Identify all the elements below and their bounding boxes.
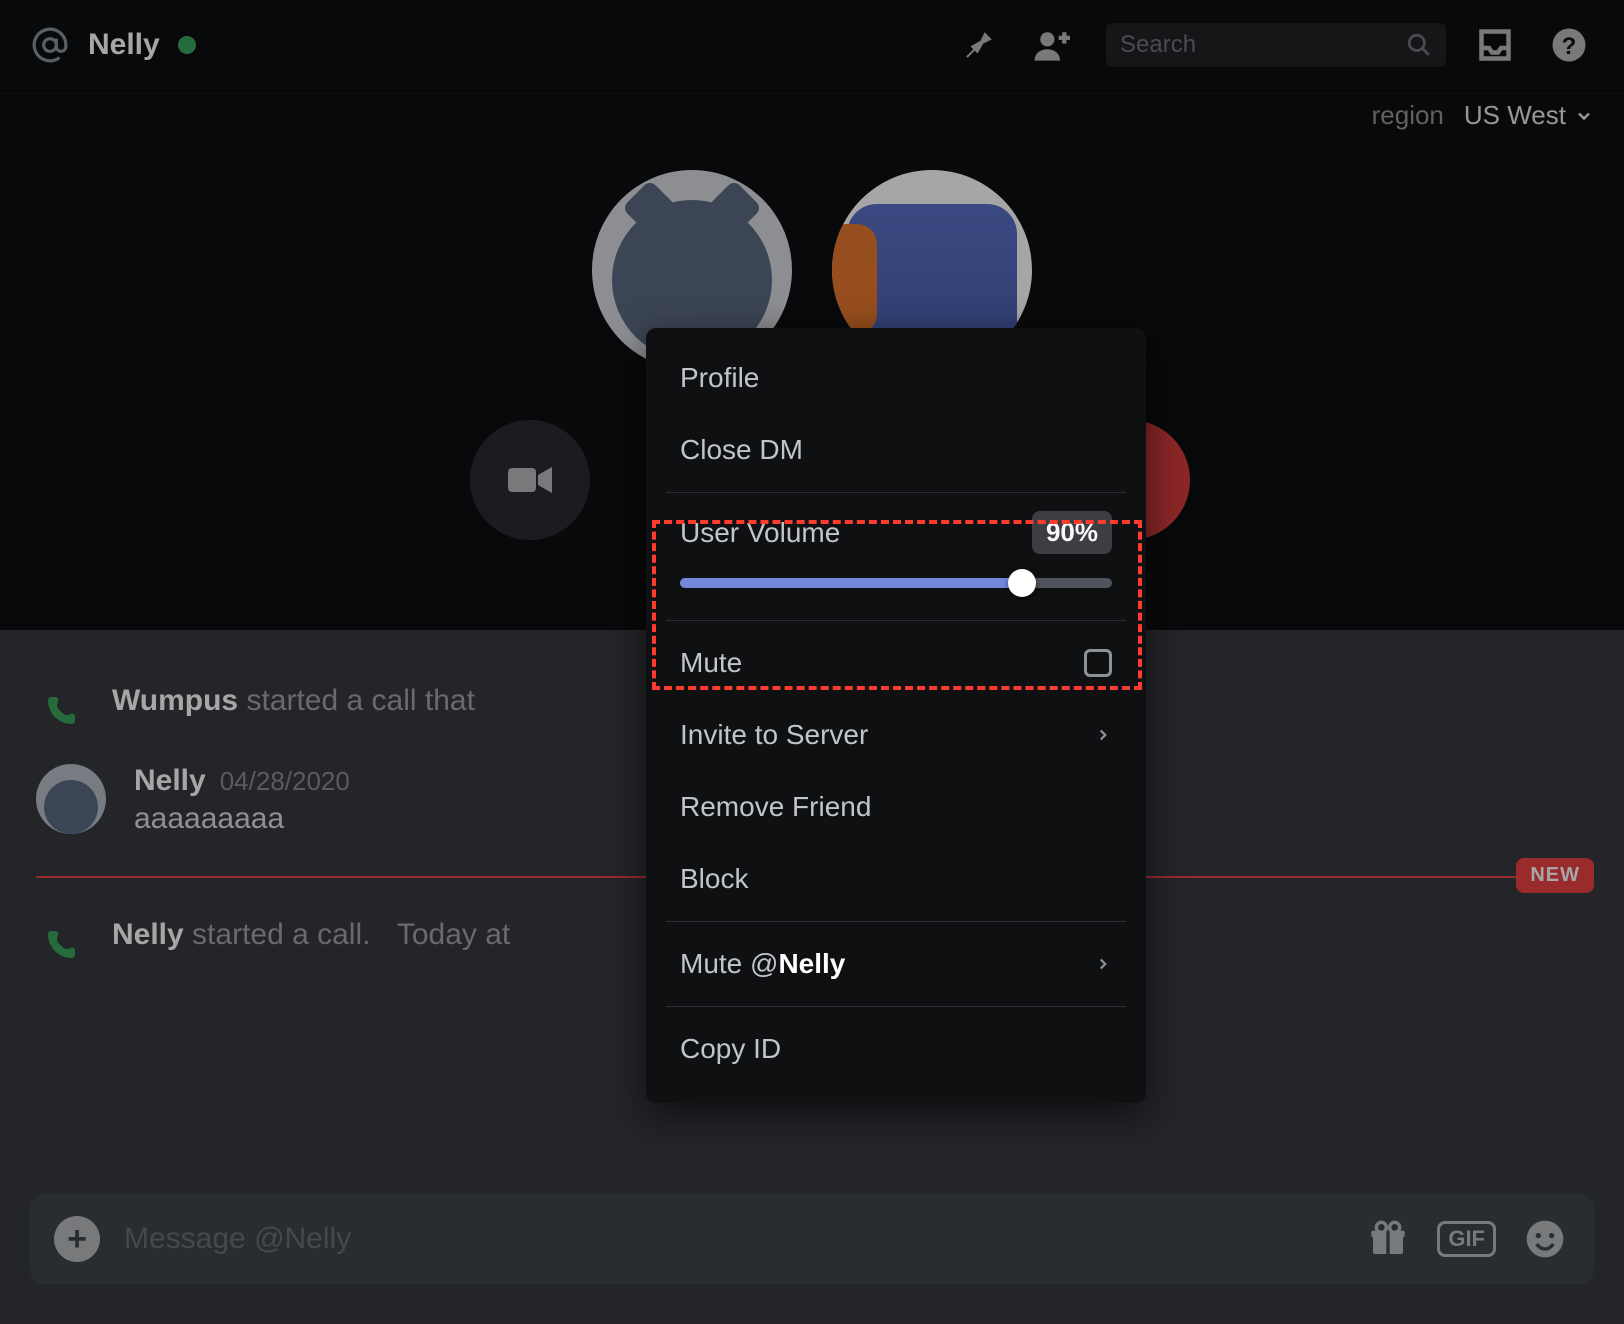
channel-name: Nelly (88, 28, 160, 62)
avatar[interactable] (36, 764, 106, 834)
call-text: started a call that (238, 684, 475, 717)
checkbox-icon[interactable] (1084, 649, 1112, 677)
emoji-icon[interactable] (1520, 1214, 1570, 1264)
header: Nelly Search ? (0, 0, 1624, 90)
menu-profile[interactable]: Profile (646, 342, 1146, 414)
svg-text:?: ? (1562, 33, 1577, 60)
menu-mute[interactable]: Mute (646, 627, 1146, 699)
chevron-right-icon (1094, 948, 1112, 980)
menu-invite-to-server[interactable]: Invite to Server (646, 699, 1146, 771)
composer-placeholder: Message @Nelly (124, 1222, 1339, 1256)
menu-close-dm[interactable]: Close DM (646, 414, 1146, 486)
at-icon (30, 25, 70, 65)
menu-separator (666, 620, 1126, 621)
volume-slider-thumb[interactable] (1008, 569, 1036, 597)
menu-copy-id[interactable]: Copy ID (646, 1013, 1146, 1085)
attach-button[interactable]: + (54, 1216, 100, 1262)
message-text: aaaaaaaaa (134, 802, 350, 836)
message-composer[interactable]: + Message @Nelly GIF (30, 1194, 1594, 1284)
new-badge: NEW (1516, 858, 1594, 893)
call-author: Wumpus (112, 684, 238, 717)
user-volume-label: User Volume (680, 517, 840, 549)
search-input[interactable]: Search (1106, 23, 1446, 67)
call-text: started a call. (184, 918, 371, 951)
help-icon[interactable]: ? (1544, 20, 1594, 70)
call-author: Nelly (112, 918, 184, 951)
call-time: Today at (397, 918, 510, 951)
menu-separator (666, 1006, 1126, 1007)
gif-button[interactable]: GIF (1437, 1221, 1496, 1257)
menu-separator (666, 492, 1126, 493)
menu-separator (666, 921, 1126, 922)
search-icon (1406, 32, 1432, 58)
inbox-icon[interactable] (1470, 20, 1520, 70)
volume-slider[interactable] (680, 578, 1112, 588)
menu-block[interactable]: Block (646, 843, 1146, 915)
search-placeholder: Search (1120, 31, 1406, 59)
menu-mute-at[interactable]: Mute @Nelly (646, 928, 1146, 1000)
chevron-down-icon (1574, 106, 1594, 126)
status-online-icon (178, 36, 196, 54)
message-author[interactable]: Nelly (134, 764, 206, 797)
phone-icon (36, 922, 84, 970)
phone-icon (36, 688, 84, 736)
region-value: US West (1464, 100, 1566, 131)
chevron-right-icon (1094, 719, 1112, 751)
user-context-menu: Profile Close DM User Volume 90% Mute In… (646, 328, 1146, 1103)
region-label: region (1372, 100, 1444, 131)
message-timestamp: 04/28/2020 (220, 766, 350, 796)
menu-remove-friend[interactable]: Remove Friend (646, 771, 1146, 843)
pin-icon[interactable] (954, 20, 1004, 70)
video-button[interactable] (470, 420, 590, 540)
menu-user-volume: User Volume 90% (646, 499, 1146, 614)
user-volume-value: 90% (1032, 511, 1112, 554)
add-friend-icon[interactable] (1028, 20, 1078, 70)
region-selector[interactable]: region US West (1372, 100, 1594, 131)
gift-icon[interactable] (1363, 1214, 1413, 1264)
